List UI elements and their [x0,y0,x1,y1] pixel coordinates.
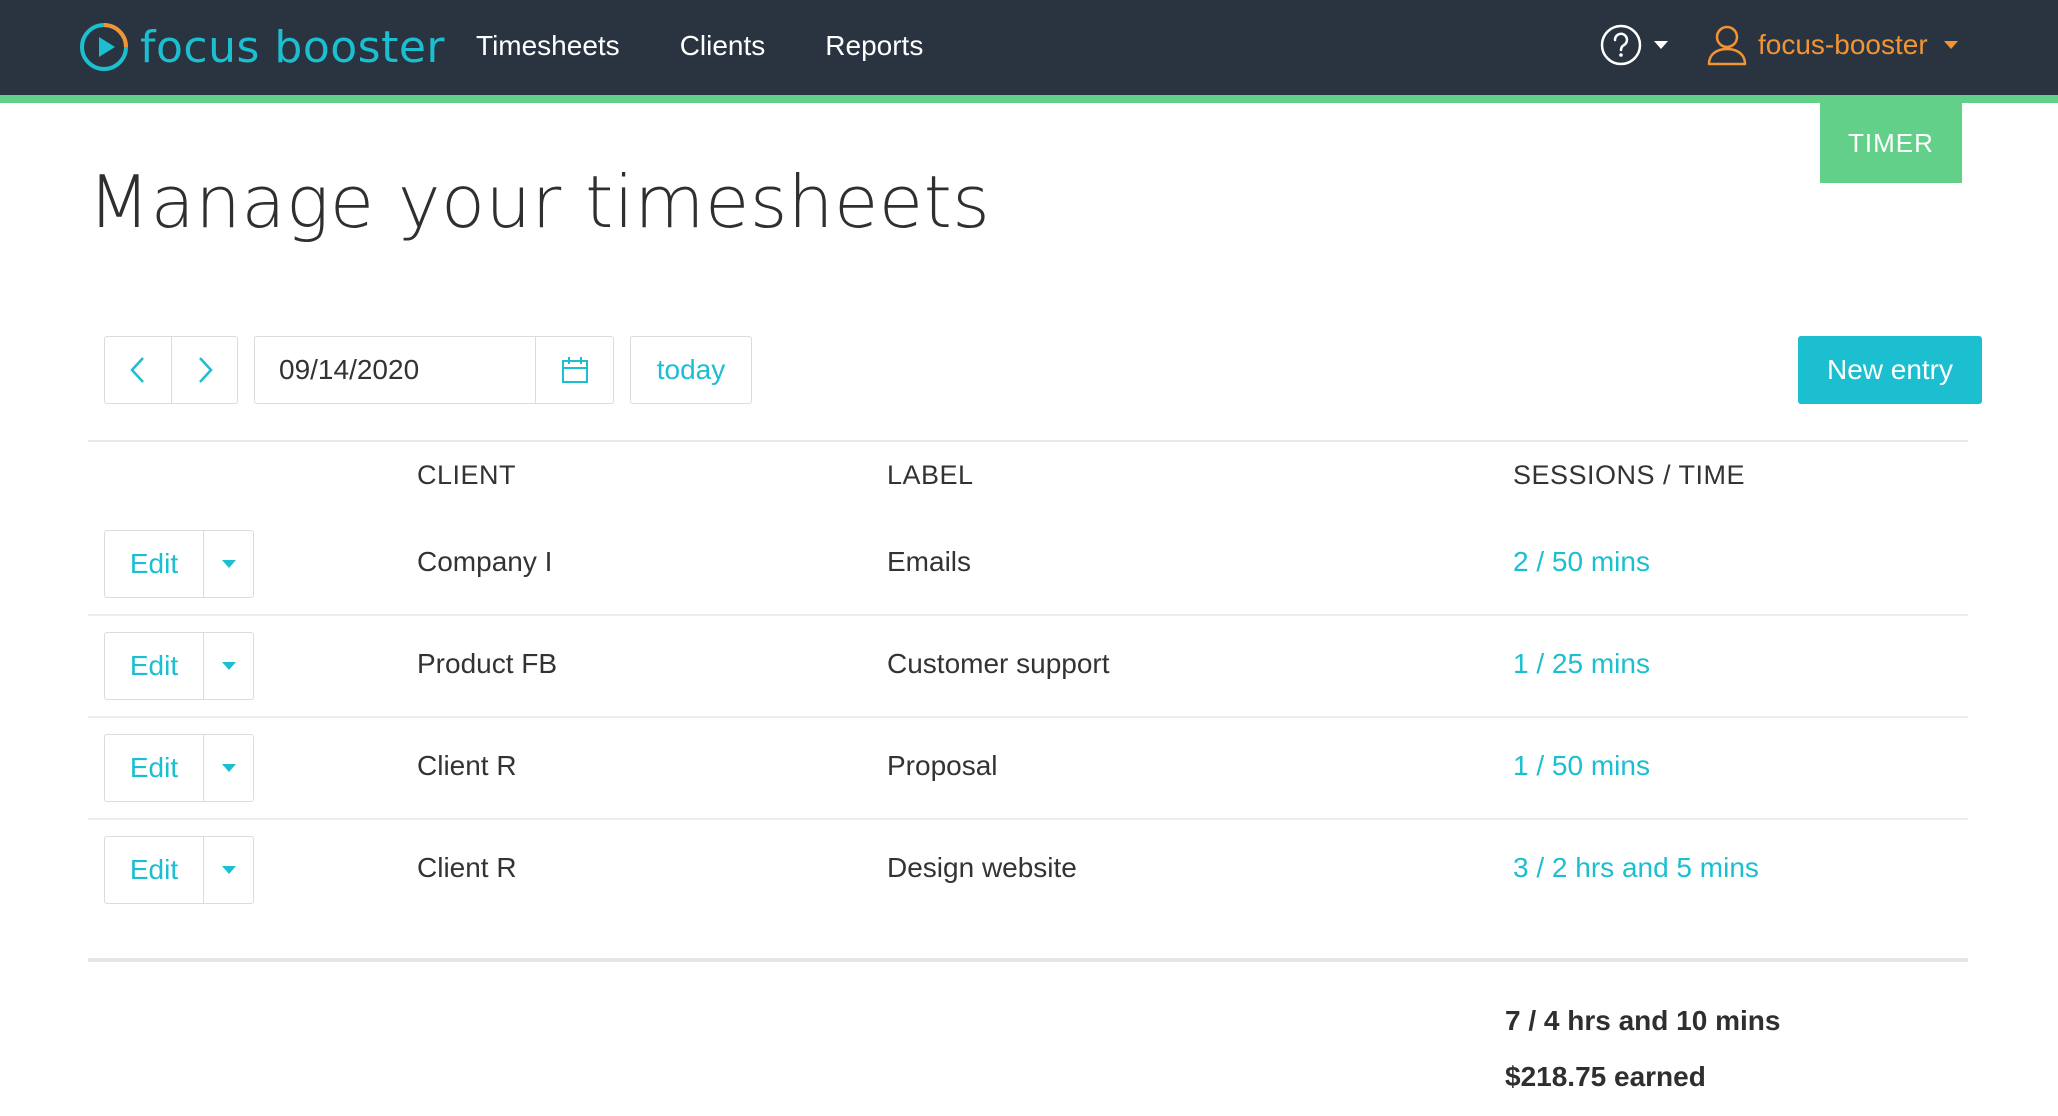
nav-timesheets[interactable]: Timesheets [476,30,620,62]
cell-sessions[interactable]: 1 / 25 mins [1513,648,1650,680]
summary-total: 7 / 4 hrs and 10 mins [1505,1005,1781,1036]
column-header-label: LABEL [887,460,974,490]
column-header-client: CLIENT [417,460,517,490]
edit-button-group: Edit [104,530,254,598]
date-picker [254,336,614,404]
calendar-button[interactable] [535,337,613,403]
edit-dropdown-toggle[interactable] [203,735,253,801]
chevron-right-icon [198,357,213,383]
chevron-down-icon [221,764,236,772]
edit-dropdown-toggle[interactable] [203,633,253,699]
summary-earned: $218.75 earned [1505,1061,1706,1092]
cell-label: Proposal [887,750,998,781]
edit-button[interactable]: Edit [105,735,203,801]
top-navbar: focus booster Timesheets Clients Reports… [0,0,2058,95]
user-menu[interactable]: focus-booster [1704,22,1958,68]
cell-sessions[interactable]: 3 / 2 hrs and 5 mins [1513,852,1759,884]
edit-button-group: Edit [104,836,254,904]
table-row: Edit Client R Design website 3 / 2 hrs a… [88,820,1968,922]
help-circle-icon [1600,24,1642,66]
date-input[interactable] [255,337,535,403]
table-row: Edit Product FB Customer support 1 / 25 … [88,616,1968,718]
cell-label: Design website [887,852,1077,883]
table-row: Edit Company I Emails 2 / 50 mins [88,514,1968,616]
table-bottom-divider [88,958,1968,962]
next-day-button[interactable] [171,337,237,403]
user-icon [1707,25,1747,66]
table-row: Edit Client R Proposal 1 / 50 mins [88,718,1968,820]
edit-button-group: Edit [104,734,254,802]
brand-logo[interactable]: focus booster [78,19,445,75]
date-navigation [104,336,238,404]
today-button[interactable]: today [630,336,752,404]
cell-label: Customer support [887,648,1110,679]
calendar-icon [561,357,588,383]
previous-day-button[interactable] [105,337,171,403]
brand-name: focus booster [140,21,446,73]
chevron-down-icon [1654,41,1668,49]
cell-client: Product FB [417,648,558,679]
table-top-divider [88,440,1968,442]
edit-button[interactable]: Edit [105,531,203,597]
chevron-down-icon [221,560,236,568]
edit-dropdown-toggle[interactable] [203,837,253,903]
play-circle-icon [80,23,128,71]
cell-client: Company I [417,546,553,577]
user-name: focus-booster [1758,29,1928,60]
nav-reports[interactable]: Reports [825,30,923,62]
edit-dropdown-toggle[interactable] [203,531,253,597]
edit-button[interactable]: Edit [105,837,203,903]
edit-button[interactable]: Edit [105,633,203,699]
cell-sessions[interactable]: 1 / 50 mins [1513,750,1650,782]
page-title: Manage your timesheets [88,160,991,244]
chevron-down-icon [221,662,236,670]
cell-client: Client R [417,852,517,883]
main-nav: Timesheets Clients Reports [476,30,983,62]
chevron-down-icon [1943,41,1958,49]
header-accent-bar [0,95,2058,103]
edit-button-group: Edit [104,632,254,700]
nav-clients[interactable]: Clients [680,30,766,62]
column-header-sessions: SESSIONS / TIME [1513,460,1746,490]
cell-label: Emails [887,546,972,577]
chevron-left-icon [130,357,144,383]
timer-button[interactable]: TIMER [1820,103,1962,183]
new-entry-button[interactable]: New entry [1798,336,1982,404]
help-menu[interactable] [1598,22,1668,68]
chevron-down-icon [221,866,236,874]
cell-sessions[interactable]: 2 / 50 mins [1513,546,1650,578]
cell-client: Client R [417,750,517,781]
